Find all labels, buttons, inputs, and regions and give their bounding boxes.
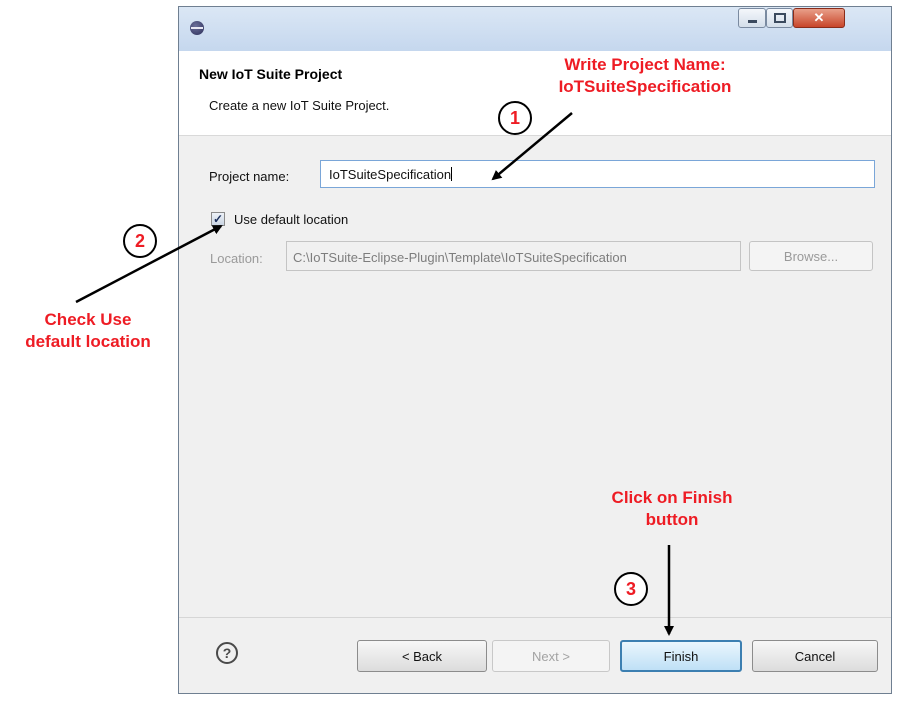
annotation-step-1: Write Project Name: IoTSuiteSpecificatio… xyxy=(510,54,780,98)
annotation-step-3: Click on Finish button xyxy=(560,487,784,531)
annotation-step-3-line1: Click on Finish xyxy=(611,488,733,507)
step-1-marker: 1 xyxy=(498,101,532,135)
annotation-step-2-line2: default location xyxy=(25,332,151,351)
step-2-marker: 2 xyxy=(123,224,157,258)
annotation-step-1-line2: IoTSuiteSpecification xyxy=(558,77,732,96)
step-3-marker: 3 xyxy=(614,572,648,606)
annotation-step-2-line1: Check Use xyxy=(44,310,132,329)
annotation-step-2: Check Use default location xyxy=(2,309,174,353)
annotation-step-1-line1: Write Project Name: xyxy=(564,55,726,74)
annotation-step-3-line2: button xyxy=(645,510,699,529)
